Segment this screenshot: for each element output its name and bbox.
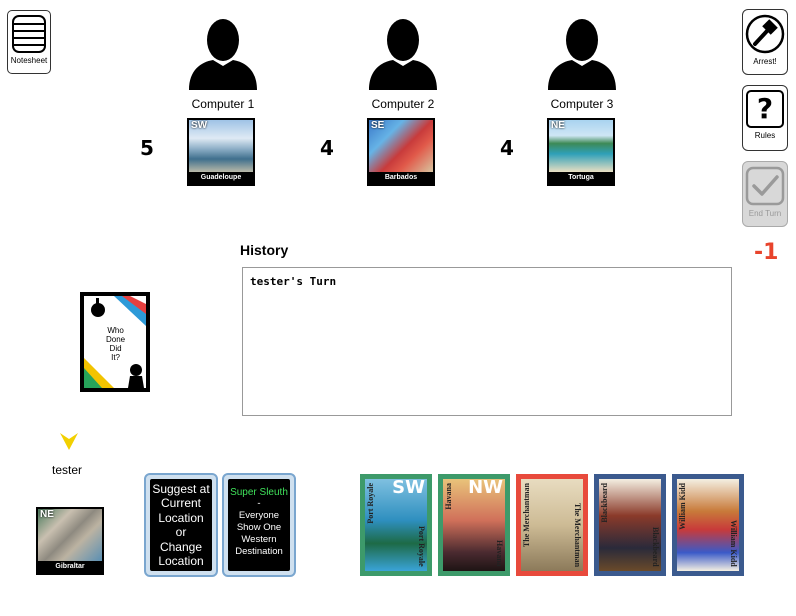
checkmark-icon xyxy=(745,166,785,206)
deck-card-text: Who Done Did It? xyxy=(106,326,125,362)
compass-direction: NE xyxy=(551,120,565,131)
location-card-tortuga[interactable]: NE Tortuga xyxy=(547,118,615,186)
super-sleuth-text-line: Destination xyxy=(235,546,283,557)
history-entry: tester's Turn xyxy=(250,275,337,288)
location-name: Guadeloupe xyxy=(200,174,242,181)
player-name: Computer 3 xyxy=(550,97,614,111)
card-side-label: Port Royale xyxy=(366,483,375,524)
location-card-barbados[interactable]: SE Barbados xyxy=(367,118,435,186)
location-card-gibraltar[interactable]: NE Gibraltar xyxy=(36,507,104,575)
player-computer-3: Computer 3 xyxy=(522,14,642,111)
suggest-action-card[interactable]: Suggest at Current Location or Change Lo… xyxy=(144,473,218,577)
hand-card-havana[interactable]: NW Havana Havana xyxy=(438,474,510,576)
card-side-label: The Merchantman xyxy=(573,502,582,567)
super-sleuth-action-card[interactable]: Super Sleuth - Everyone Show One Western… xyxy=(222,473,296,577)
history-title: History xyxy=(240,242,289,258)
suggest-text-line: or xyxy=(175,525,187,539)
notesheet-button[interactable]: Notesheet xyxy=(7,10,51,74)
player-computer-2: Computer 2 xyxy=(343,14,463,111)
card-art: NW Havana Havana xyxy=(443,479,505,571)
player-card-count: 4 xyxy=(500,136,514,160)
suggest-text-line: Change xyxy=(159,539,203,554)
card-art: The Merchantman The Merchantman xyxy=(521,479,583,571)
end-turn-button[interactable]: End Turn xyxy=(742,161,788,227)
location-image: NE xyxy=(549,120,613,172)
question-mark-icon: ? xyxy=(746,90,784,128)
notesheet-label: Notesheet xyxy=(10,56,48,65)
arrest-label: Arrest! xyxy=(753,57,777,66)
location-name: Barbados xyxy=(384,174,418,181)
person-silhouette-icon xyxy=(548,19,616,90)
card-side-label: William Kidd xyxy=(729,520,738,567)
person-silhouette-icon xyxy=(189,19,257,90)
location-image: NE xyxy=(38,509,102,561)
suggest-card-face: Suggest at Current Location or Change Lo… xyxy=(150,479,212,571)
player-computer-1: Computer 1 xyxy=(163,14,283,111)
suggest-text-line: Location xyxy=(158,510,204,525)
end-turn-label: End Turn xyxy=(748,209,782,218)
card-art: Blackbeard Blackbeard xyxy=(599,479,661,571)
deck-text-line: It? xyxy=(111,353,121,362)
person-silhouette-icon xyxy=(369,19,437,90)
deck-text-line: Who xyxy=(107,326,124,335)
mystery-deck-card[interactable]: Who Done Did It? xyxy=(80,292,150,392)
deck-text-line: Done xyxy=(106,335,126,344)
location-image: SE xyxy=(369,120,433,172)
super-sleuth-text-line: Show One xyxy=(236,522,282,533)
rules-label: Rules xyxy=(754,131,776,140)
card-side-label: Havana xyxy=(495,540,504,567)
compass-direction: SW xyxy=(392,479,425,498)
history-log[interactable]: tester's Turn xyxy=(242,267,732,416)
score-delta: -1 xyxy=(754,240,779,265)
suggest-text-line: Suggest at xyxy=(152,481,210,496)
super-sleuth-title: Super Sleuth xyxy=(230,487,288,498)
compass-direction: SE xyxy=(371,120,385,131)
hand-card-port-royale[interactable]: SW Port Royale Port Royale xyxy=(360,474,432,576)
compass-direction: NE xyxy=(40,509,54,520)
location-name: Tortuga xyxy=(568,174,594,181)
location-card-guadeloupe[interactable]: SW Guadeloupe xyxy=(187,118,255,186)
notesheet-icon xyxy=(12,15,46,53)
location-image: SW xyxy=(189,120,253,172)
card-side-label: Blackbeard xyxy=(600,483,609,523)
card-art: William Kidd William Kidd xyxy=(677,479,739,571)
card-side-label: Blackbeard xyxy=(651,527,660,567)
current-player-name: tester xyxy=(52,463,83,477)
hand-card-merchantman[interactable]: The Merchantman The Merchantman xyxy=(516,474,588,576)
super-sleuth-text-line: Everyone xyxy=(238,510,280,521)
card-side-label: William Kidd xyxy=(678,483,687,530)
super-sleuth-text-line: Western xyxy=(241,534,277,545)
deck-text-line: Did xyxy=(109,344,122,353)
super-sleuth-card-face: Super Sleuth - Everyone Show One Western… xyxy=(228,479,290,571)
hand-card-blackbeard[interactable]: Blackbeard Blackbeard xyxy=(594,474,666,576)
compass-direction: SW xyxy=(191,120,208,131)
compass-direction: NW xyxy=(468,479,503,498)
suggest-text-line: Location xyxy=(158,554,204,568)
deck-card-face: Who Done Did It? xyxy=(84,296,146,388)
gavel-icon xyxy=(745,14,785,54)
card-side-label: Port Royale xyxy=(417,526,426,567)
player-card-count: 5 xyxy=(140,136,154,160)
location-name: Gibraltar xyxy=(55,563,85,570)
suggest-text-line: Current xyxy=(160,496,201,510)
player-card-count: 4 xyxy=(320,136,334,160)
card-side-label: The Merchantman xyxy=(522,483,531,548)
hand-card-william-kidd[interactable]: William Kidd William Kidd xyxy=(672,474,744,576)
player-name: Computer 1 xyxy=(191,97,255,111)
turn-indicator-arrow-icon xyxy=(60,433,78,450)
arrest-button[interactable]: Arrest! xyxy=(742,9,788,75)
card-art: SW Port Royale Port Royale xyxy=(365,479,427,571)
card-side-label: Havana xyxy=(444,483,453,510)
super-sleuth-text-line: - xyxy=(257,498,261,509)
player-name: Computer 2 xyxy=(371,97,435,111)
rules-button[interactable]: ? Rules xyxy=(742,85,788,151)
